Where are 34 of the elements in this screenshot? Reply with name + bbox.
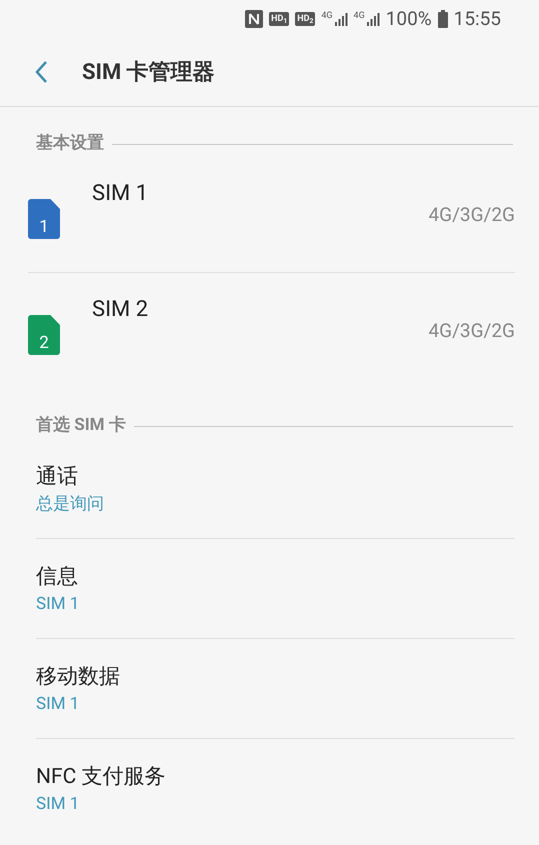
sim-name: SIM 1 (92, 180, 148, 208)
preference-row[interactable]: 移动数据 SIM 1 (36, 639, 515, 739)
preference-row[interactable]: 通话 总是询问 (36, 439, 515, 539)
network-mode: 4G/3G/2G (428, 318, 515, 344)
preference-value: SIM 1 (36, 793, 80, 816)
network-type-label: 4G (354, 12, 365, 21)
page-title: SIM 卡管理器 (82, 58, 215, 86)
preference-value: 总是询问 (36, 492, 105, 516)
preference-label: 信息 (36, 564, 79, 590)
preference-row[interactable]: 信息 SIM 1 (36, 539, 515, 639)
battery-icon (438, 10, 448, 28)
back-icon (34, 60, 48, 84)
section-header: 首选 SIM 卡 (36, 414, 126, 438)
preference-row[interactable]: NFC 支付服务 SIM 1 (36, 739, 515, 839)
signal-icon (334, 12, 348, 26)
preference-label: 通话 (36, 464, 79, 490)
hd-badge: HD$_{2}$ (295, 12, 316, 26)
preference-label: 移动数据 (36, 664, 121, 690)
sim-name: SIM 2 (92, 296, 148, 324)
preference-value: SIM 1 (36, 692, 80, 716)
sim-card-icon: 1 (28, 199, 60, 239)
preference-label: NFC 支付服务 (36, 764, 166, 791)
nfc-icon (245, 10, 264, 28)
preference-value: SIM 1 (36, 592, 80, 616)
sim-card-row[interactable]: 1 SIM 1 4G/3G/2G (28, 157, 515, 273)
section-header: 基本设置 (36, 132, 104, 156)
sim-card-row[interactable]: 2 SIM 2 4G/3G/2G (28, 273, 515, 389)
clock: 15:55 (454, 6, 501, 32)
hd-badge: HD$_{1}$ (269, 12, 290, 26)
network-mode: 4G/3G/2G (428, 202, 515, 228)
signal-icon (366, 12, 380, 26)
battery-percent: 100% (386, 6, 432, 32)
network-type-label: 4G (321, 12, 333, 21)
sim-card-icon: 2 (28, 315, 60, 355)
